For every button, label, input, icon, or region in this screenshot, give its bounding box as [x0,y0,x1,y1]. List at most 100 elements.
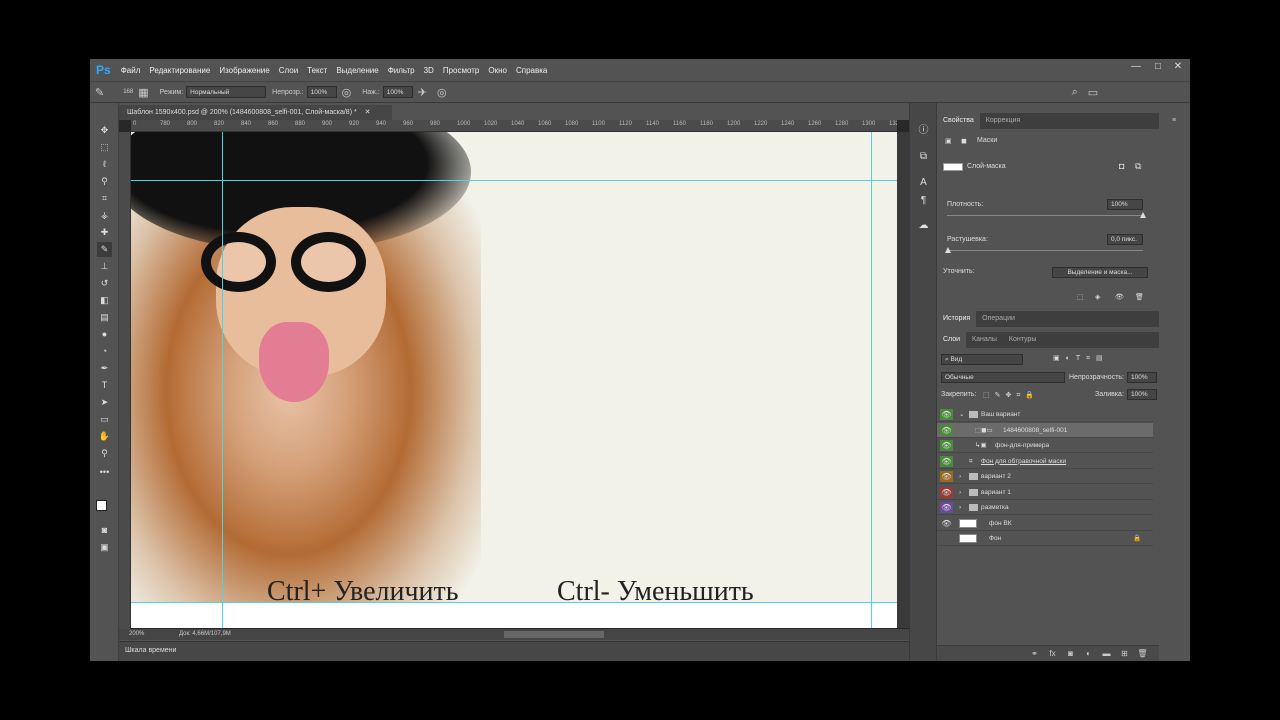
load-selection-icon[interactable]: ⬚ [1077,293,1084,301]
adjustment-layer-icon[interactable]: ◐ [1083,648,1094,659]
canvas[interactable]: Ctrl+ Увеличить Ctrl- Уменьшить [131,132,897,628]
layer-style-icon[interactable]: fx [1047,648,1058,659]
density-field[interactable]: 100% [1107,199,1143,210]
cloud-icon[interactable]: ☁ [916,218,931,233]
menu-select[interactable]: Выделение [336,66,378,75]
fill-field[interactable]: 100% [1127,389,1157,400]
layer-row[interactable]: 👁 ⌄ Ваш вариант [937,407,1153,422]
search-icon[interactable]: ⌕ [1072,86,1078,99]
history-brush-icon[interactable]: ↺ [97,276,112,291]
new-layer-icon[interactable]: ⊞ [1119,648,1130,659]
pressure-opacity-icon[interactable]: ◎ [342,86,352,99]
blur-tool-icon[interactable]: ● [97,327,112,342]
mask-visibility-icon[interactable]: 👁 [1115,293,1124,301]
tab-layers[interactable]: Слои [937,332,967,348]
quick-mask-icon[interactable]: ◙ [97,523,112,538]
menu-file[interactable]: Файл [121,66,141,75]
path-select-tool-icon[interactable]: ➤ [97,395,112,410]
layer-visibility-eye-icon[interactable]: 👁 [940,455,953,467]
vertical-scrollbar[interactable] [897,132,909,628]
density-slider[interactable] [947,215,1143,216]
menu-view[interactable]: Просмотр [443,66,480,75]
menu-help[interactable]: Справка [516,66,547,75]
move-tool-icon[interactable]: ✥ [97,123,112,138]
select-and-mask-button[interactable]: Выделение и маска... [1052,267,1148,278]
density-slider-knob[interactable] [1140,212,1146,218]
layer-opacity-field[interactable]: 100% [1127,372,1157,383]
pen-tool-icon[interactable]: ✒ [97,361,112,376]
guide-horizontal[interactable] [131,602,897,603]
blend-mode-select[interactable]: Обычные [941,372,1065,383]
horizontal-scroll-thumb[interactable] [504,631,604,638]
menu-filter[interactable]: Фильтр [388,66,415,75]
minimize-button[interactable]: — [1125,59,1147,75]
vertical-ruler[interactable] [119,132,131,632]
stamp-tool-icon[interactable]: ⊥ [97,259,112,274]
lasso-tool-icon[interactable]: ℓ [97,157,112,172]
tab-paths[interactable]: Контуры [1003,332,1042,348]
quick-select-tool-icon[interactable]: ⚲ [97,174,112,189]
guide-horizontal[interactable] [131,180,897,181]
tab-history[interactable]: История [937,311,977,327]
brush-tool-icon[interactable]: ✎ [95,86,104,99]
layer-row[interactable]: Фон 🔒 [937,531,1153,546]
foreground-color-swatch[interactable] [96,500,107,511]
group-expand-icon[interactable]: › [959,485,961,500]
layer-visibility-eye-icon[interactable]: 👁 [940,409,953,420]
tab-adjustments[interactable]: Коррекция [980,113,1026,129]
crop-tool-icon[interactable]: ⌗ [97,191,112,206]
panel-menu-icon[interactable]: ≡ [1159,113,1189,129]
layer-row[interactable]: 👁 › разметка [937,500,1153,515]
airbrush-icon[interactable]: ✈ [418,86,427,99]
info-icon[interactable]: ⓘ [916,123,931,138]
layer-visibility-eye-icon[interactable]: 👁 [940,486,953,498]
tab-channels[interactable]: Каналы [966,332,1003,348]
rectangle-tool-icon[interactable]: ▭ [97,412,112,427]
menu-text[interactable]: Текст [307,66,327,75]
eraser-tool-icon[interactable]: ◧ [97,293,112,308]
layer-visibility-eye-icon[interactable]: 👁 [940,424,953,436]
timeline-panel[interactable]: Шкала времени [119,641,909,661]
layer-visibility-eye-icon[interactable]: 👁 [940,502,953,513]
brush-size-value[interactable]: 168 [123,89,133,95]
masks-pixel-icon[interactable]: ▣ [945,137,952,145]
maximize-button[interactable]: □ [1147,59,1169,75]
layer-row[interactable]: 👁 фон ВК [937,516,1153,531]
brush-tool-icon[interactable]: ✎ [97,242,112,257]
type-tool-icon[interactable]: T [97,378,112,393]
tab-properties[interactable]: Свойства [937,113,980,129]
healing-tool-icon[interactable]: ✚ [97,225,112,240]
layer-row[interactable]: 👁 ↳▣ фон-для-примера [937,438,1153,453]
delete-layer-icon[interactable]: 🗑 [1137,648,1148,659]
more-tools-icon[interactable]: ••• [97,465,112,480]
paragraph-icon[interactable]: ¶ [916,193,931,208]
add-vector-mask-icon[interactable]: ⧉ [1135,161,1141,172]
brush-panel-icon[interactable]: ▦ [138,86,148,99]
feather-slider[interactable] [947,250,1143,251]
close-window-button[interactable]: ✕ [1167,59,1189,75]
menu-layers[interactable]: Слои [279,66,298,75]
layer-row[interactable]: 👁 ⬚◼▭ 1484600808_selfi-001 [937,422,1153,438]
guide-vertical[interactable] [222,132,223,628]
new-group-icon[interactable]: ▬ [1101,648,1112,659]
pressure-field[interactable]: 100% [382,86,413,98]
link-layers-icon[interactable]: ⚭ [1029,648,1040,659]
layer-filter-select[interactable]: ⌕ Вид [941,354,1023,365]
screen-mode-icon[interactable]: ▣ [97,540,112,555]
hand-tool-icon[interactable]: ✋ [97,429,112,444]
guide-vertical[interactable] [871,132,872,628]
masks-vector-icon[interactable]: ◼ [961,137,967,145]
group-expand-icon[interactable]: ⌄ [959,407,964,422]
layer-row[interactable]: 👁 › вариант 1 [937,485,1153,500]
layer-row[interactable]: 👁 ⌗ Фон для обтравочной маски [937,454,1153,469]
apply-mask-icon[interactable]: ◈ [1095,293,1100,301]
mode-select[interactable]: Нормальный [186,86,267,98]
layer-filter-icons[interactable]: ▣◐T⌗▤ [1053,354,1109,363]
marquee-tool-icon[interactable]: ⬚ [97,140,112,155]
close-tab-icon[interactable]: ✕ [365,109,371,116]
lock-icons[interactable]: ⬚✎✥⌗🔒 [983,391,1039,400]
pressure-size-icon[interactable]: ◎ [437,86,447,99]
select-pixel-mask-icon[interactable]: ◘ [1119,161,1124,171]
layer-visibility-eye-icon[interactable] [940,533,953,544]
group-expand-icon[interactable]: › [959,469,961,484]
